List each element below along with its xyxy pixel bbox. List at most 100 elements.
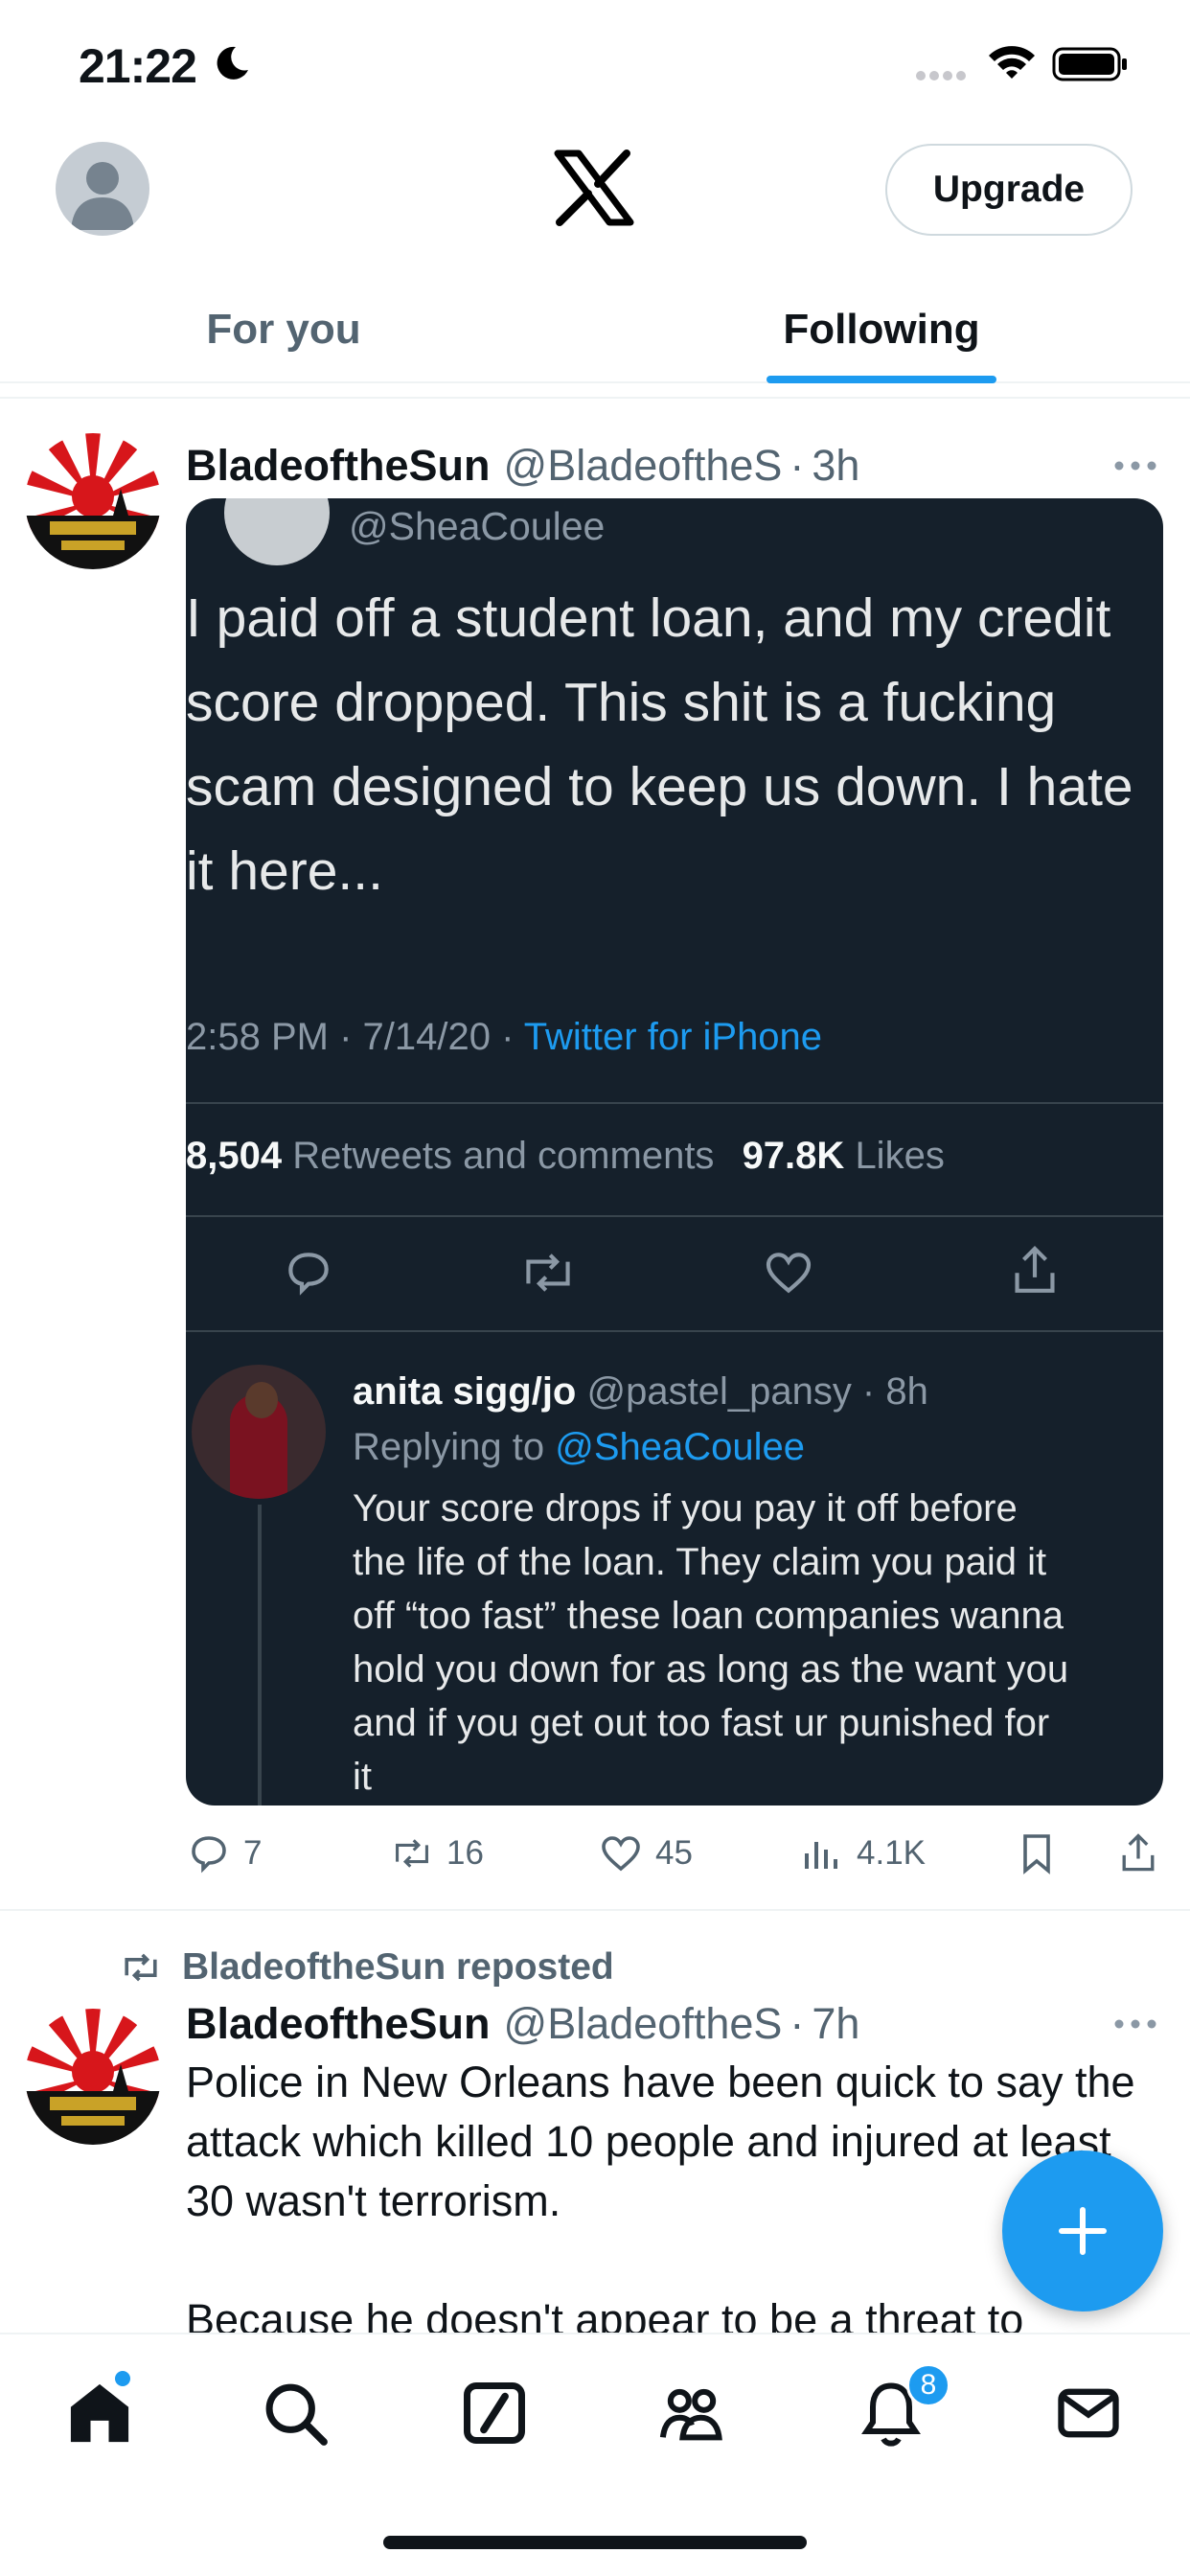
embedded-text-line: I paid off a student loan, and my credit [186,587,1111,649]
divider [186,1102,1163,1104]
bookmark-button[interactable] [1014,1825,1071,1882]
share-icon [1122,1833,1155,1872]
search-icon[interactable] [259,2377,332,2450]
timeline-tabs: For you Following [0,278,1190,383]
embedded-text-line: it here... [186,840,383,902]
home-icon[interactable] [63,2377,136,2450]
replying-label: Replying to [353,1426,545,1468]
embedded-retweets-label: Retweets and comments [292,1135,715,1177]
post-time: 3h [812,441,860,490]
wifi-icon [989,46,1035,79]
repost-icon [125,1953,157,1982]
like-icon [602,1836,640,1872]
compose-button[interactable] [1002,2150,1163,2312]
post-header: BladeoftheSun @BladeoftheS · 3h [186,437,1152,494]
embedded-meta: 2:58 PM · 7/14/20 · Twitter for iPhone [186,1016,822,1059]
app-header: Upgrade For you Following [0,125,1190,383]
like-button[interactable]: 45 [598,1825,693,1882]
embedded-reply-icon [288,1253,329,1296]
x-logo-icon[interactable] [554,150,634,226]
author-name[interactable]: BladeoftheSun [186,1999,491,2049]
more-icon[interactable] [1113,460,1157,472]
messages-icon[interactable] [1052,2377,1125,2450]
embedded-reply-line: and if you get out too fast ur punished … [353,1702,1050,1744]
tab-following[interactable]: Following [594,278,1169,381]
user-icon [71,162,134,230]
post-body: Police in New Orleans have been quick to… [186,2058,1135,2225]
reply-icon [192,1836,226,1874]
views-icon [805,1842,837,1869]
home-indicator [383,2536,807,2549]
upgrade-button[interactable]: Upgrade [885,144,1133,236]
embedded-text-line: score dropped. This shit is a fucking [186,672,1057,733]
moon-icon [217,46,248,80]
reply-count: 7 [243,1834,263,1872]
views-count: 4.1K [857,1834,926,1872]
embedded-text-line: scam designed to keep us down. I hate [186,756,1133,817]
embedded-reply-line: off “too fast” these loan companies wann… [353,1595,1064,1637]
embedded-reply-line: hold you down for as long as the want yo… [353,1648,1069,1690]
rising-sun-avatar-icon [25,2009,161,2145]
author-avatar[interactable] [25,433,161,569]
author-handle[interactable]: @BladeoftheS [504,1999,783,2049]
author-handle[interactable]: @BladeoftheS [504,441,783,491]
embedded-reply-line: the life of the loan. They claim you pai… [353,1541,1047,1583]
embedded-retweets-count: 8,504 [186,1135,283,1177]
embedded-stats: 8,504 Retweets and comments 97.8K Likes [186,1135,945,1178]
embedded-handle: @SheaCoulee [349,504,606,548]
share-button[interactable] [1115,1825,1173,1882]
post-time: 7h [812,1999,860,2048]
repost-count: 16 [446,1834,484,1872]
embedded-replying-to: Replying to @SheaCoulee [353,1426,805,1469]
profile-avatar[interactable] [56,142,149,236]
active-tab-indicator [767,376,996,383]
separator-dot: · [790,1999,805,2048]
bookmark-icon [1023,1834,1050,1874]
thread-line [258,1505,262,1806]
plus-icon [1059,2207,1107,2255]
rising-sun-avatar-icon [25,433,161,569]
grok-icon[interactable] [458,2377,531,2450]
author-name[interactable]: BladeoftheSun [186,441,491,491]
signal-icon [916,71,966,80]
divider [186,1330,1163,1332]
separator-dot: · [790,441,805,490]
embedded-reply-avatar [192,1365,326,1499]
repost-label[interactable]: BladeoftheSun reposted [182,1946,614,1989]
embedded-meta-time: 2:58 PM · 7/14/20 · [186,1016,515,1058]
status-bar: 21:22 [0,0,1190,125]
repost-indicator: BladeoftheSun reposted [119,1942,614,1993]
embedded-likes-label: Likes [855,1135,945,1177]
repost-icon [396,1839,428,1868]
reply-button[interactable]: 7 [186,1825,262,1882]
post-actions: 7 16 45 4.1K [186,1825,1163,1882]
timeline[interactable]: BladeoftheSun @BladeoftheS · 3h @SheaCou… [0,397,1190,2333]
like-count: 45 [655,1834,693,1872]
post-header: BladeoftheSun @BladeoftheS · 7h [186,1995,1152,2053]
embedded-likes-count: 97.8K [742,1135,845,1177]
communities-icon[interactable] [655,2377,728,2450]
post-body-continued: Because he doesn't appear to be a threat… [186,2295,1024,2333]
embedded-share-icon [1015,1245,1055,1293]
embedded-reply-handle: @pastel_pansy · 8h [586,1370,928,1413]
post[interactable]: BladeoftheSun @BladeoftheS · 3h @SheaCou… [0,399,1190,1911]
notifications-badge: 8 [906,2363,950,2407]
embedded-avatar [224,498,330,565]
author-avatar[interactable] [25,2009,161,2145]
post-media-image[interactable]: @SheaCoulee I paid off a student loan, a… [186,498,1163,1806]
status-time: 21:22 [79,39,197,93]
embedded-reply-line: Your score drops if you pay it off befor… [353,1487,1018,1530]
tab-for-you[interactable]: For you [0,278,567,381]
embedded-meta-source: Twitter for iPhone [523,1016,823,1058]
replying-handle: @SheaCoulee [555,1426,806,1468]
embedded-retweet-icon [526,1254,570,1292]
home-notification-dot [115,2371,130,2386]
divider [186,1215,1163,1217]
embedded-like-icon [766,1253,812,1294]
repost-button[interactable]: 16 [389,1825,484,1882]
embedded-reply-name: anita sigg/jo [353,1370,577,1413]
post-text: Police in New Orleans have been quick to… [186,2053,1144,2333]
embedded-reply-line: it [353,1756,372,1798]
more-icon[interactable] [1113,2018,1157,2030]
views-button[interactable]: 4.1K [799,1825,926,1882]
